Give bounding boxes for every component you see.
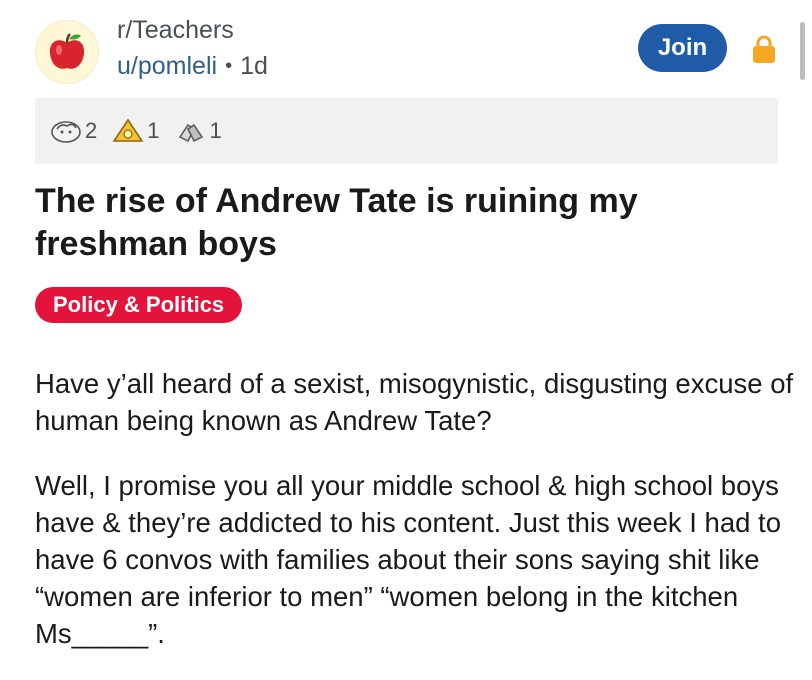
award-gold[interactable]: 1 (111, 117, 160, 145)
awards-bar[interactable]: 2 1 1 (35, 98, 778, 164)
subreddit-name[interactable]: r/Teachers (117, 16, 234, 45)
award-count: 2 (85, 118, 98, 143)
hands-award-icon (178, 123, 203, 143)
award-count: 1 (209, 118, 222, 143)
helpful-award-icon (51, 121, 81, 143)
post-age: 1d (240, 52, 268, 80)
meta-separator: • (225, 55, 233, 77)
body-paragraph: Have y’all heard of a sexist, misogynist… (35, 368, 794, 436)
post-body: Have y’all heard of a sexist, misogynist… (35, 365, 795, 680)
post-meta: u/pomleli • 1d (117, 52, 268, 81)
post-header: r/Teachers u/pomleli • 1d Join (0, 0, 812, 96)
scrollbar[interactable] (800, 22, 805, 80)
gold-award-icon (112, 118, 144, 142)
post-title[interactable]: The rise of Andrew Tate is ruining my fr… (35, 180, 775, 266)
lock-icon (752, 34, 776, 69)
award-helpful[interactable]: 2 (49, 117, 97, 145)
body-paragraph: Well, I promise you all your middle scho… (35, 470, 781, 649)
author-link[interactable]: u/pomleli (117, 52, 217, 81)
award-hands[interactable]: 1 (174, 117, 222, 145)
award-count: 1 (147, 118, 160, 143)
join-button[interactable]: Join (638, 24, 727, 72)
post-flair[interactable]: Policy & Politics (35, 287, 243, 323)
subreddit-avatar[interactable] (35, 20, 99, 84)
apple-icon (49, 33, 85, 69)
